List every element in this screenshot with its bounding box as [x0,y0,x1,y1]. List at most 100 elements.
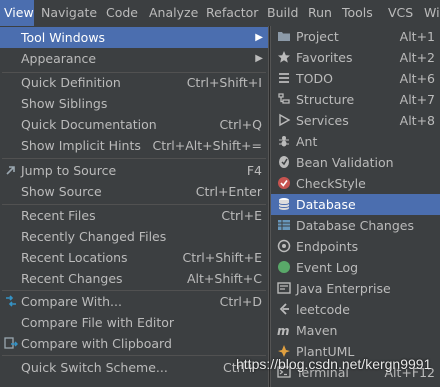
list-icon [279,73,289,83]
menu-item-show-source[interactable]: Show Source Ctrl+Enter [0,181,268,202]
checkstyle-icon [278,177,290,189]
submenu-item-favorites[interactable]: Favorites Alt+2 [271,47,440,68]
submenu-item-project[interactable]: Project Alt+1 [271,26,440,47]
maven-icon: m [277,324,290,337]
ant-icon [279,136,289,147]
menu-code[interactable]: Code [102,0,142,26]
svg-text:m: m [277,324,290,337]
menu-item-shortcut: Ctrl+Q [219,117,262,132]
structure-icon [278,93,290,104]
java-enterprise-icon [277,282,291,294]
menu-item-label: Show Siblings [21,96,108,111]
endpoints-icon [277,239,291,253]
submenu-item-label: Java Enterprise [296,281,391,296]
submenu-item-label: Ant [296,134,318,149]
menu-separator [2,158,266,159]
menu-item-shortcut: Alt+Shift+C [186,271,262,286]
star-icon [278,51,290,63]
menu-item-label: Quick Switch Scheme... [21,360,168,375]
submenu-item-label: leetcode [296,302,350,317]
services-icon [279,113,291,127]
menu-item-label: Compare with Clipboard [21,336,172,351]
submenu-item-shortcut: Alt+7 [399,92,435,107]
menu-item-label: Jump to Source [21,163,117,178]
menu-build[interactable]: Build [263,0,302,26]
menu-item-shortcut: Ctrl+Shift+E [182,250,263,265]
submenu-item-label: Project [296,29,339,44]
menu-item-shortcut: Ctrl+Shift+I [186,75,262,90]
menu-item-compare-file-with-editor[interactable]: Compare File with Editor [0,312,268,333]
menu-refactor[interactable]: Refactor [202,0,262,26]
submenu-item-leetcode[interactable]: leetcode [271,299,440,320]
submenu-item-shortcut: Alt+2 [399,50,435,65]
menu-item-jump-to-source[interactable]: Jump to Source F4 [0,160,268,181]
submenu-item-label: Structure [296,92,355,107]
menu-item-recent-changes[interactable]: Recent Changes Alt+Shift+C [0,268,268,289]
menu-item-appearance[interactable]: Appearance ▶ [0,48,268,69]
leetcode-icon [279,303,289,315]
submenu-item-java-enterprise[interactable]: Java Enterprise [271,278,440,299]
menu-item-quick-documentation[interactable]: Quick Documentation Ctrl+Q [0,114,268,135]
submenu-item-structure[interactable]: Structure Alt+7 [271,89,440,110]
submenu-item-shortcut: Alt+1 [399,29,435,44]
watermark-text: https://blog.csdn.net/kergn9991 [236,356,432,372]
menu-run[interactable]: Run [304,0,336,26]
submenu-item-label: TODO [296,71,333,86]
menu-item-recently-changed-files[interactable]: Recently Changed Files [0,226,268,247]
menu-analyze[interactable]: Analyze [145,0,202,26]
submenu-item-shortcut: Alt+6 [399,71,435,86]
submenu-item-todo[interactable]: TODO Alt+6 [271,68,440,89]
submenu-item-label: Maven [296,323,338,338]
menu-item-label: Quick Definition [21,75,121,90]
menu-item-label: Compare With... [21,294,122,309]
submenu-item-label: Database [296,197,356,212]
submenu-item-checkstyle[interactable]: CheckStyle [271,173,440,194]
submenu-item-bean-validation[interactable]: Bean Validation [271,152,440,173]
submenu-item-label: Database Changes [296,218,414,233]
menu-item-compare-with-clipboard[interactable]: Compare with Clipboard [0,333,268,354]
menu-item-quick-switch-scheme[interactable]: Quick Switch Scheme... Ctrl+` [0,357,268,378]
submenu-item-event-log[interactable]: Event Log [271,257,440,278]
menu-item-show-siblings[interactable]: Show Siblings [0,93,268,114]
tool-windows-submenu: Project Alt+1 Favorites Alt+2 TODO Alt+6… [270,26,440,387]
menu-item-compare-with[interactable]: Compare With... Ctrl+D [0,291,268,312]
submenu-item-label: Endpoints [296,239,359,254]
view-menu: Tool Windows ▶ Appearance ▶ Quick Defini… [0,26,269,387]
menu-vcs[interactable]: VCS [384,0,417,26]
menu-item-shortcut: Ctrl+Alt+Shift+= [152,138,262,153]
menu-item-recent-files[interactable]: Recent Files Ctrl+E [0,205,268,226]
clipboard-compare-icon [4,337,18,349]
menu-tools[interactable]: Tools [338,0,377,26]
submenu-item-ant[interactable]: Ant [271,131,440,152]
menu-item-label: Recent Files [21,208,96,223]
folder-icon [278,32,290,41]
menu-item-label: Recent Changes [21,271,123,286]
menu-item-label: Compare File with Editor [21,315,175,330]
event-log-icon [278,261,290,273]
database-changes-icon [278,220,290,230]
submenu-item-services[interactable]: Services Alt+8 [271,110,440,131]
menu-item-label: Recent Locations [21,250,128,265]
menu-item-shortcut: F4 [246,163,262,178]
menu-separator [2,355,266,356]
menu-item-label: Recently Changed Files [21,229,167,244]
menu-item-tool-windows[interactable]: Tool Windows ▶ [0,27,268,48]
menu-item-shortcut: Ctrl+E [221,208,262,223]
submenu-item-database[interactable]: Database [271,194,440,215]
menu-window[interactable]: Wi [420,0,440,26]
menu-item-quick-definition[interactable]: Quick Definition Ctrl+Shift+I [0,72,268,93]
database-icon [278,198,290,210]
submenu-item-label: CheckStyle [296,176,366,191]
menu-view[interactable]: View [0,0,34,26]
compare-icon [6,295,16,307]
submenu-item-database-changes[interactable]: Database Changes [271,215,440,236]
submenu-item-maven[interactable]: m Maven [271,320,440,341]
submenu-item-shortcut: Alt+8 [399,113,435,128]
menu-item-show-implicit-hints[interactable]: Show Implicit Hints Ctrl+Alt+Shift+= [0,135,268,156]
submenu-item-label: Favorites [296,50,353,65]
menu-navigate[interactable]: Navigate [37,0,101,26]
submenu-item-endpoints[interactable]: Endpoints [271,236,440,257]
menu-item-recent-locations[interactable]: Recent Locations Ctrl+Shift+E [0,247,268,268]
menu-item-label: Show Implicit Hints [21,138,141,153]
menu-item-shortcut: Ctrl+D [219,294,262,309]
